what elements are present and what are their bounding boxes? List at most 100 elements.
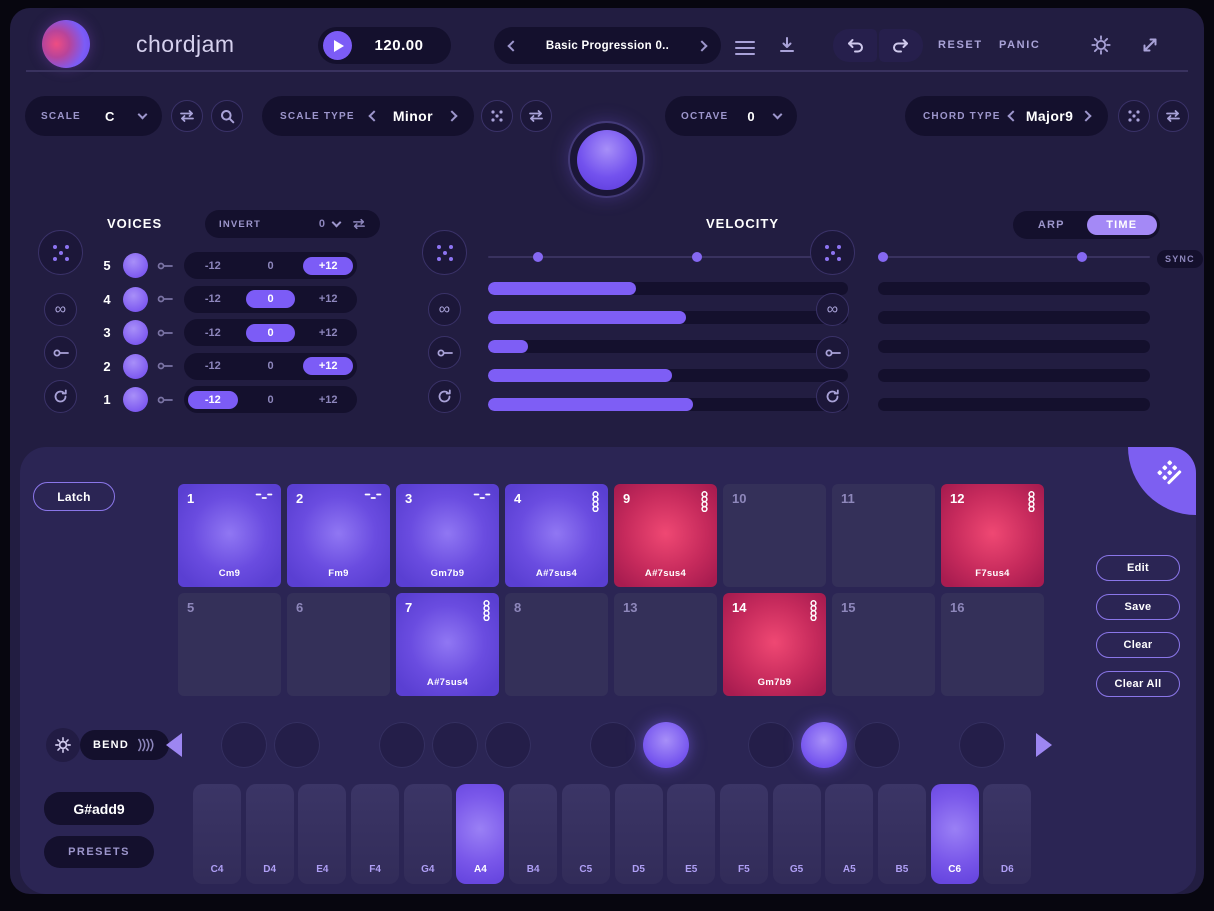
reset-button[interactable]: RESET — [938, 39, 983, 51]
piano-key[interactable]: E5 — [667, 784, 715, 884]
bpm-display[interactable]: 120.00 — [352, 37, 446, 54]
voice-toggle[interactable] — [123, 320, 148, 345]
strum-knob[interactable] — [221, 722, 267, 768]
transpose-option[interactable]: 0 — [246, 357, 296, 375]
menu-icon[interactable] — [735, 37, 755, 59]
tab-arp[interactable]: ARP — [1016, 215, 1087, 235]
pad-action-button[interactable]: Save — [1096, 594, 1180, 620]
keylink-icon[interactable] — [157, 328, 173, 338]
chord-pad[interactable]: 5 — [178, 593, 281, 696]
strum-knob[interactable] — [854, 722, 900, 768]
transpose-option[interactable]: +12 — [303, 324, 353, 342]
play-button[interactable] — [323, 31, 352, 60]
time-range-slider[interactable] — [878, 252, 1150, 262]
chord-pad[interactable]: 14 Gm7b9 — [723, 593, 826, 696]
invert-control[interactable]: INVERT 0 — [205, 210, 380, 238]
transpose-option[interactable]: 0 — [246, 324, 296, 342]
chord-type-prev-icon[interactable] — [1008, 110, 1019, 121]
chord-pad[interactable]: 3 Gm7b9 — [396, 484, 499, 587]
piano-key[interactable]: D5 — [615, 784, 663, 884]
velocity-randomize-button[interactable] — [422, 230, 467, 275]
chord-type-random-button[interactable] — [1118, 100, 1150, 132]
chord-pad[interactable]: 1 Cm9 — [178, 484, 281, 587]
keylink-icon[interactable] — [157, 294, 173, 304]
preset-next-icon[interactable] — [696, 40, 707, 51]
velocity-range-slider[interactable] — [488, 252, 848, 262]
chord-pad[interactable]: 4 A#7sus4 — [505, 484, 608, 587]
chord-pad[interactable]: 2 Fm9 — [287, 484, 390, 587]
voices-reset-button[interactable] — [44, 380, 77, 413]
chord-pad[interactable]: 9 A#7sus4 — [614, 484, 717, 587]
transpose-option[interactable]: +12 — [303, 257, 353, 275]
velocity-bar[interactable] — [488, 340, 848, 353]
piano-key[interactable]: G4 — [404, 784, 452, 884]
time-bar[interactable] — [878, 311, 1150, 324]
piano-key[interactable]: G5 — [773, 784, 821, 884]
resize-icon[interactable] — [1140, 35, 1160, 55]
transpose-option[interactable]: -12 — [188, 324, 238, 342]
transpose-option[interactable]: 0 — [246, 391, 296, 409]
chord-type-select[interactable]: CHORD TYPE Major9 — [905, 96, 1108, 136]
chord-pad[interactable]: 13 — [614, 593, 717, 696]
sync-toggle[interactable]: SYNC — [1157, 250, 1203, 268]
piano-key[interactable]: B4 — [509, 784, 557, 884]
pad-action-button[interactable]: Edit — [1096, 555, 1180, 581]
redo-button[interactable] — [879, 29, 923, 62]
scale-search-button[interactable] — [211, 100, 243, 132]
slider-handle[interactable] — [878, 252, 888, 262]
piano-key[interactable]: B5 — [878, 784, 926, 884]
scale-select[interactable]: SCALE C — [25, 96, 162, 136]
main-knob[interactable] — [568, 121, 645, 198]
velocity-bar[interactable] — [488, 398, 848, 411]
time-bar[interactable] — [878, 398, 1150, 411]
piano-key[interactable]: A5 — [825, 784, 873, 884]
piano-key[interactable]: F5 — [720, 784, 768, 884]
slider-handle[interactable] — [1077, 252, 1087, 262]
chord-pad[interactable]: 7 A#7sus4 — [396, 593, 499, 696]
piano-key[interactable]: C5 — [562, 784, 610, 884]
strum-knob[interactable] — [432, 722, 478, 768]
strum-knob[interactable] — [643, 722, 689, 768]
voices-keylink-button[interactable] — [44, 336, 77, 369]
tab-time[interactable]: TIME — [1087, 215, 1158, 235]
transpose-option[interactable]: +12 — [303, 391, 353, 409]
time-reset-button[interactable] — [816, 380, 849, 413]
velocity-bar[interactable] — [488, 282, 848, 295]
chord-pad[interactable]: 11 — [832, 484, 935, 587]
chord-pad[interactable]: 6 — [287, 593, 390, 696]
strum-knob[interactable] — [379, 722, 425, 768]
transpose-option[interactable]: -12 — [188, 357, 238, 375]
octave-select[interactable]: OCTAVE 0 — [665, 96, 797, 136]
transpose-option[interactable]: +12 — [303, 290, 353, 308]
bend-toggle[interactable]: BEND — [80, 730, 169, 760]
voices-infinity-button[interactable]: ∞ — [44, 293, 77, 326]
velocity-reset-button[interactable] — [428, 380, 461, 413]
velocity-bar[interactable] — [488, 311, 848, 324]
piano-key[interactable]: A4 — [456, 784, 504, 884]
scale-type-random-button[interactable] — [481, 100, 513, 132]
pad-action-button[interactable]: Clear All — [1096, 671, 1180, 697]
piano-key[interactable]: D4 — [246, 784, 294, 884]
time-infinity-button[interactable]: ∞ — [816, 293, 849, 326]
keyboard-settings-button[interactable] — [46, 728, 80, 762]
download-icon[interactable] — [777, 35, 797, 55]
strum-knob[interactable] — [274, 722, 320, 768]
latch-button[interactable]: Latch — [33, 482, 115, 511]
chord-pad[interactable]: 15 — [832, 593, 935, 696]
strum-knob[interactable] — [590, 722, 636, 768]
scale-type-shuffle-button[interactable] — [520, 100, 552, 132]
transpose-option[interactable]: -12 — [188, 257, 238, 275]
transpose-option[interactable]: -12 — [188, 290, 238, 308]
chord-pad[interactable]: 16 — [941, 593, 1044, 696]
strum-knob[interactable] — [959, 722, 1005, 768]
velocity-bar[interactable] — [488, 369, 848, 382]
piano-key[interactable]: F4 — [351, 784, 399, 884]
piano-key[interactable]: C4 — [193, 784, 241, 884]
scale-type-select[interactable]: SCALE TYPE Minor — [262, 96, 474, 136]
piano-key[interactable]: C6 — [931, 784, 979, 884]
time-bar[interactable] — [878, 282, 1150, 295]
shuffle-icon[interactable] — [352, 218, 366, 230]
transpose-option[interactable]: 0 — [246, 290, 296, 308]
time-randomize-button[interactable] — [810, 230, 855, 275]
piano-key[interactable]: E4 — [298, 784, 346, 884]
